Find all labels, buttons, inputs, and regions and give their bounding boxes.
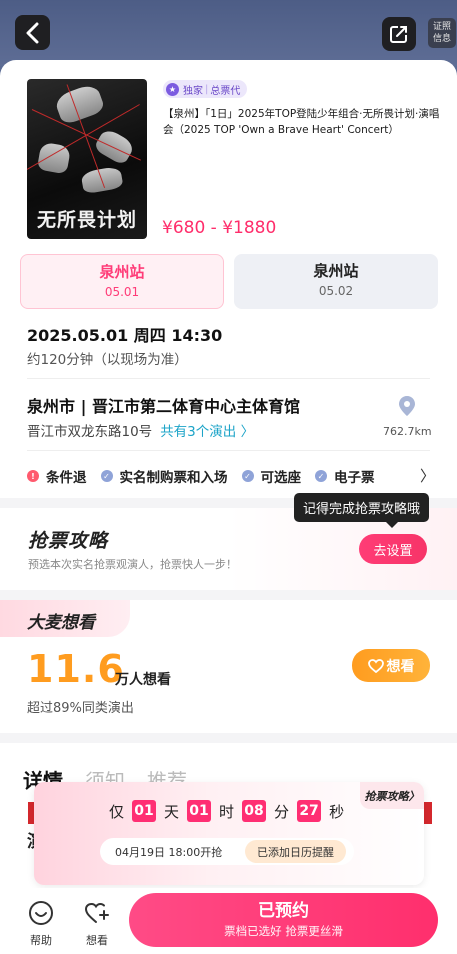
countdown-unit: 秒 [329, 802, 345, 821]
chevron-right-icon[interactable]: 〉 [420, 465, 435, 486]
policy-item: ✓ 可选座 [241, 466, 302, 486]
top-bar: 证照 信息 [0, 0, 457, 66]
venue-name[interactable]: 泉州市 | 晋江市第二体育中心主体育馆 [27, 393, 300, 417]
price-range: ¥680 - ¥1880 [162, 218, 277, 238]
station-option-0501[interactable]: 泉州站 05.01 [20, 254, 224, 309]
section-gap [0, 733, 457, 743]
strategy-setup-button[interactable]: 去设置 [359, 534, 427, 564]
policy-label: 条件退 [46, 470, 87, 486]
share-icon [390, 26, 407, 43]
calendar-reminder-badge[interactable]: 已添加日历提醒 [245, 840, 346, 863]
show-duration: 约120分钟（以现场为准） [27, 352, 188, 368]
countdown-card[interactable]: 抢票攻略〉 仅 01 天 01 时 08 分 27 秒 04月19日 18:00… [34, 782, 424, 885]
policy-item: ✓ 实名制购票和入场 [100, 466, 228, 486]
back-button[interactable] [15, 15, 50, 50]
policy-label: 电子票 [334, 470, 375, 486]
chevron-left-icon [26, 22, 38, 43]
heart-plus-icon [84, 902, 109, 923]
station-name: 泉州站 [99, 263, 145, 281]
heart-plus-icon [367, 658, 384, 673]
divider [27, 450, 430, 451]
countdown-timer: 仅 01 天 01 时 08 分 27 秒 [109, 800, 344, 822]
sale-start-time: 04月19日 18:00开抢 [115, 845, 223, 859]
show-title: 【泉州】「1日」2025年TOP登陆少年组合·无所畏计划·演唱会（2025 TO… [163, 108, 440, 136]
want-button-label: 想看 [386, 658, 415, 675]
venue-shows-link[interactable]: 共有3个演出 〉 [160, 424, 254, 440]
show-datetime: 2025.05.01 周四 14:30 [27, 326, 223, 345]
show-poster[interactable]: 无所畏计划 [27, 79, 147, 239]
countdown-unit: 时 [219, 802, 235, 821]
share-button[interactable] [382, 17, 416, 51]
policy-label: 实名制购票和入场 [119, 470, 228, 486]
station-date: 05.01 [104, 285, 140, 299]
reserved-label: 已预约 [258, 901, 309, 921]
venue-address: 晋江市双龙东路10号 [27, 424, 153, 440]
station-date: 05.02 [318, 284, 354, 298]
countdown-unit: 分 [274, 802, 290, 821]
interest-count: 11.6 [27, 647, 125, 691]
help-button[interactable]: 帮助 [21, 900, 61, 948]
reserved-sublabel: 票档已选好 抢票更丝滑 [224, 924, 343, 938]
venue-address-row: 晋江市双龙东路10号 共有3个演出 〉 [27, 420, 254, 440]
check-icon: ✓ [315, 470, 327, 482]
check-icon: ✓ [100, 470, 113, 482]
strategy-tooltip: 记得完成抢票攻略哦 [294, 493, 430, 528]
policy-label: 可选座 [260, 470, 302, 486]
strategy-subtitle: 预选本次实名抢票观演人，抢票快人一步！ [28, 558, 237, 571]
want-label: 想看 [86, 934, 108, 947]
map-pin-icon[interactable] [396, 395, 418, 417]
bottom-action-bar: 帮助 想看 已预约 票档已选好 抢票更丝滑 [0, 888, 457, 954]
interest-unit: 万人想看 [115, 672, 171, 688]
poster-title: 无所畏计划 [37, 209, 138, 231]
policy-item: ! 条件退 [27, 466, 87, 486]
countdown-minutes: 08 [242, 800, 267, 822]
tag-agent-label: 总票代 [210, 85, 241, 97]
countdown-seconds: 27 [297, 800, 322, 822]
interest-note: 超过89%同类演出 [27, 701, 134, 716]
countdown-prefix: 仅 [109, 802, 125, 821]
interest-title: 大麦想看 [27, 613, 95, 633]
policy-item: ✓ 电子票 [315, 466, 375, 486]
want-nav-button[interactable]: 想看 [77, 900, 117, 948]
station-option-0502[interactable]: 泉州站 05.02 [234, 254, 438, 309]
check-icon: ✓ [241, 470, 254, 482]
sale-start-pill: 04月19日 18:00开抢 已添加日历提醒 [100, 838, 354, 865]
strategy-badge[interactable]: 抢票攻略〉 [360, 782, 424, 809]
countdown-days: 01 [132, 800, 157, 822]
reserved-button[interactable]: 已预约 票档已选好 抢票更丝滑 [129, 893, 438, 947]
policy-row[interactable]: ! 条件退 ✓ 实名制购票和入场 ✓ 可选座 ✓ 电子票 [27, 465, 389, 487]
license-label: 证照 信息 [432, 22, 451, 44]
exclusive-tag: ★ 独家 | 总票代 [163, 80, 248, 98]
tag-exclusive-label: 独家 [183, 85, 203, 97]
license-info-button[interactable]: 证照 信息 [428, 18, 456, 48]
help-face-icon [29, 901, 53, 925]
star-icon: ★ [166, 82, 179, 96]
venue-distance: 762.7km [383, 425, 432, 438]
divider [27, 378, 430, 379]
countdown-unit: 天 [164, 802, 180, 821]
strategy-title: 抢票攻略 [28, 530, 109, 552]
want-to-see-button[interactable]: 想看 [352, 649, 430, 682]
help-label: 帮助 [30, 934, 52, 947]
station-name: 泉州站 [313, 262, 359, 280]
alert-icon: ! [27, 470, 39, 482]
countdown-hours: 01 [187, 800, 212, 822]
section-gap [0, 590, 457, 600]
